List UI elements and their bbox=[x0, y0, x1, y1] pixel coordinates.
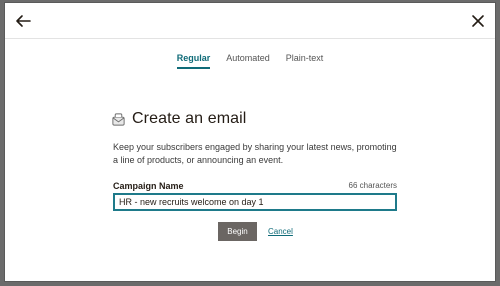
campaign-name-label: Campaign Name bbox=[113, 181, 184, 191]
character-count: 66 characters bbox=[348, 181, 397, 190]
cancel-link[interactable]: Cancel bbox=[268, 227, 293, 236]
tab-automated[interactable]: Automated bbox=[226, 53, 270, 69]
arrow-left-icon bbox=[16, 15, 31, 27]
back-button[interactable] bbox=[14, 13, 32, 29]
create-email-modal: Regular Automated Plain-text Create an e… bbox=[4, 2, 496, 282]
form-header: Create an email bbox=[111, 110, 246, 128]
tab-plain-text[interactable]: Plain-text bbox=[286, 53, 324, 69]
email-icon bbox=[112, 112, 125, 126]
email-type-tabs: Regular Automated Plain-text bbox=[5, 53, 495, 69]
modal-topbar bbox=[5, 3, 495, 39]
begin-button[interactable]: Begin bbox=[218, 222, 257, 241]
page-title: Create an email bbox=[132, 110, 247, 127]
close-button[interactable] bbox=[470, 13, 486, 29]
tab-regular[interactable]: Regular bbox=[176, 53, 211, 69]
close-icon bbox=[472, 15, 484, 27]
campaign-name-input[interactable] bbox=[113, 193, 397, 211]
form-description: Keep your subscribers engaged by sharing… bbox=[113, 142, 397, 165]
